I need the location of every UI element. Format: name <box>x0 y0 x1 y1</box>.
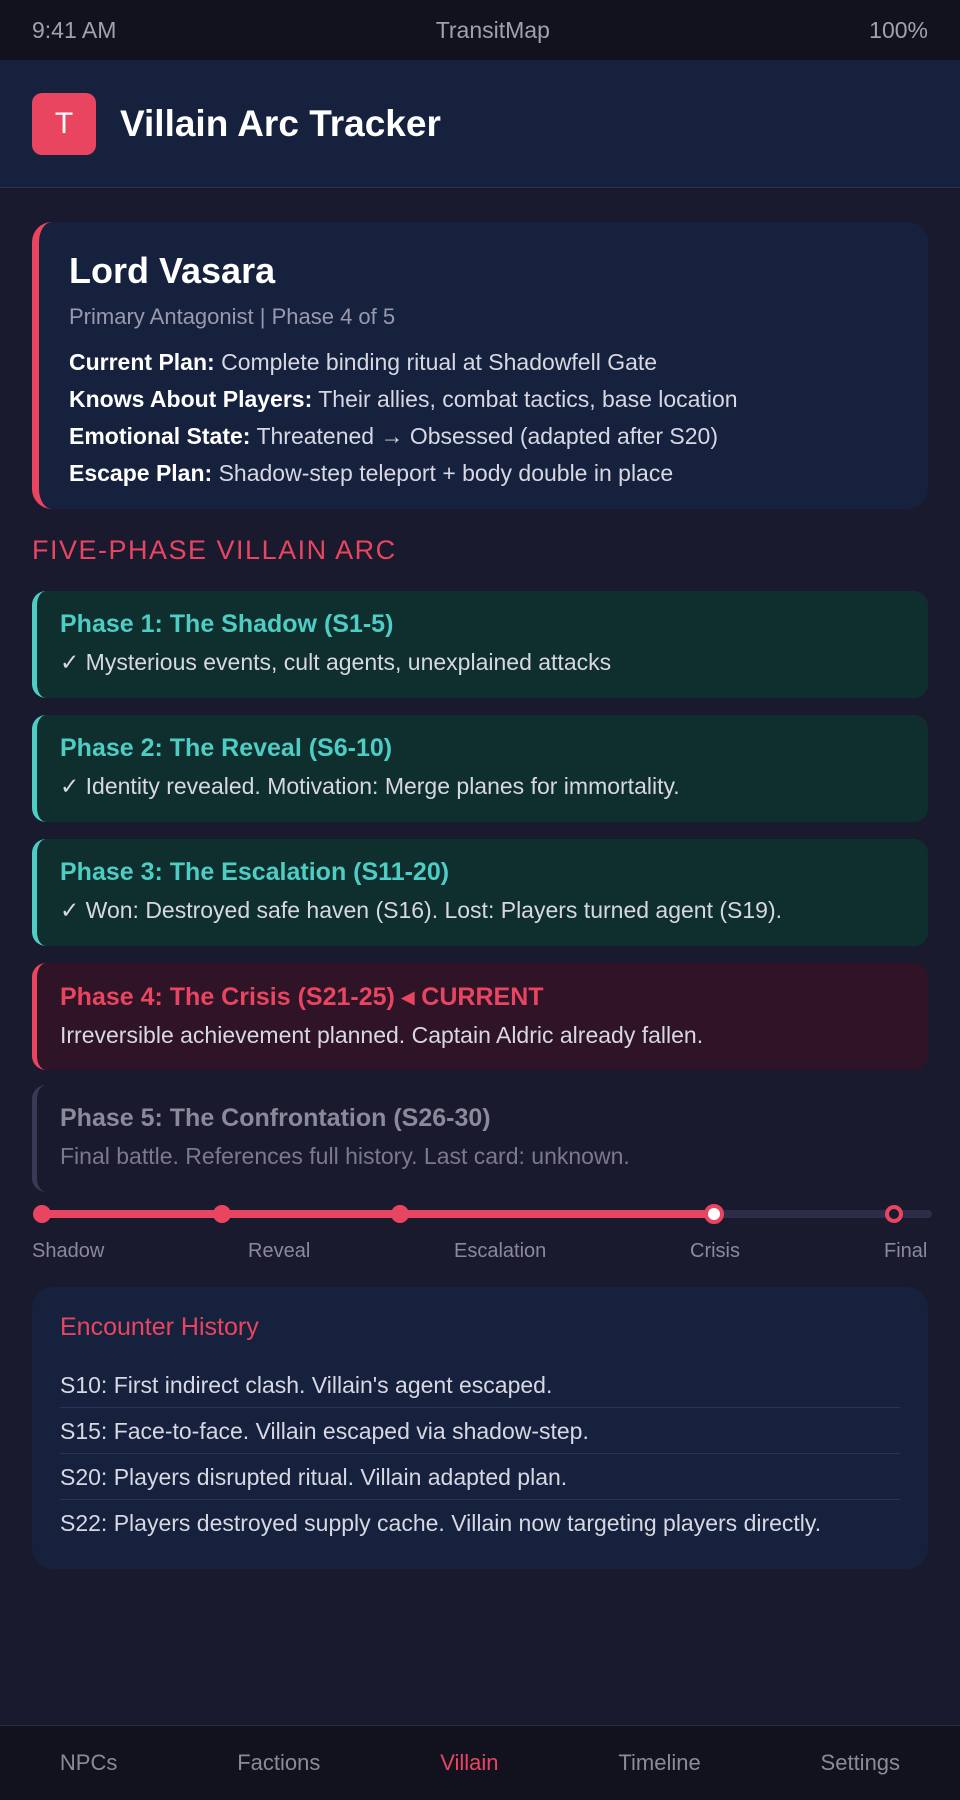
phase-card-2[interactable]: Phase 2: The Reveal (S6-10) ✓ Identity r… <box>32 715 928 822</box>
phase-title: Phase 4: The Crisis (S21-25) ◂ CURRENT <box>60 983 544 1011</box>
villain-field-current-plan: Current Plan: Complete binding ritual at… <box>69 344 928 381</box>
phase-card-3[interactable]: Phase 3: The Escalation (S11-20) ✓ Won: … <box>32 839 928 946</box>
villain-card[interactable]: Lord Vasara Primary Antagonist | Phase 4… <box>32 222 928 509</box>
phase-description: Irreversible achievement planned. Captai… <box>60 1022 704 1048</box>
nav-tab-villain[interactable]: Villain <box>440 1750 498 1776</box>
phase-dot-reveal[interactable] <box>213 1205 231 1223</box>
nav-tab-npcs[interactable]: NPCs <box>60 1750 117 1776</box>
phase-title: Phase 3: The Escalation (S11-20) <box>60 858 450 886</box>
phase-dot-shadow[interactable] <box>33 1205 51 1223</box>
status-battery: 100% <box>869 16 928 43</box>
phase-title: Phase 1: The Shadow (S1-5) <box>60 610 394 638</box>
field-value: Complete binding ritual at Shadowfell Ga… <box>221 349 658 375</box>
field-label: Current Plan: <box>69 349 215 375</box>
progress-label-reveal: Reveal <box>248 1240 311 1262</box>
villain-field-knows-about-players: Knows About Players: Their allies, comba… <box>69 381 928 418</box>
phase-dot-escalation[interactable] <box>391 1205 409 1223</box>
nav-tab-timeline[interactable]: Timeline <box>618 1750 700 1776</box>
villain-subtitle: Primary Antagonist | Phase 4 of 5 <box>69 304 396 329</box>
progress-label-crisis: Crisis <box>690 1240 740 1262</box>
phase-card-4[interactable]: Phase 4: The Crisis (S21-25) ◂ CURRENT I… <box>32 963 928 1070</box>
villain-name: Lord Vasara <box>69 250 276 291</box>
arc-section-title: FIVE-PHASE VILLAIN ARC <box>32 535 397 565</box>
nav-tab-factions[interactable]: Factions <box>237 1750 320 1776</box>
phase-description: ✓ Won: Destroyed safe haven (S16). Lost:… <box>60 897 782 923</box>
phase-description: ✓ Identity revealed. Motivation: Merge p… <box>60 773 680 799</box>
villain-field-emotional-state: Emotional State: Threatened → Obsessed (… <box>69 418 928 455</box>
phase-description: ✓ Mysterious events, cult agents, unexpl… <box>60 649 612 675</box>
status-time: 9:41 AM <box>32 16 117 43</box>
status-bar: 9:41 AM TransitMap 100% <box>0 0 960 60</box>
field-label: Escape Plan: <box>69 460 213 486</box>
field-value: Their allies, combat tactics, base locat… <box>318 386 738 412</box>
app-header: T Villain Arc Tracker <box>0 60 960 188</box>
nav-tab-settings[interactable]: Settings <box>821 1750 901 1776</box>
history-item[interactable]: S15: Face-to-face. Villain escaped via s… <box>60 1408 900 1454</box>
phase-description: Final battle. References full history. L… <box>60 1143 630 1169</box>
phase-card-1[interactable]: Phase 1: The Shadow (S1-5) ✓ Mysterious … <box>32 591 928 698</box>
field-label: Knows About Players: <box>69 386 313 412</box>
history-title: Encounter History <box>60 1313 259 1341</box>
page-title: Villain Arc Tracker <box>120 102 441 144</box>
phase-title: Phase 2: The Reveal (S6-10) <box>60 734 393 762</box>
villain-field-escape-plan: Escape Plan: Shadow-step teleport + body… <box>69 455 928 492</box>
field-value: Threatened → Obsessed (adapted after S20… <box>256 423 719 449</box>
history-item[interactable]: S22: Players destroyed supply cache. Vil… <box>60 1500 900 1546</box>
progress-label-shadow: Shadow <box>32 1240 105 1262</box>
phase-progress-labels: Shadow Reveal Escalation Crisis Final <box>0 1240 960 1270</box>
field-value: Shadow-step teleport + body double in pl… <box>218 460 674 486</box>
status-app-name: TransitMap <box>435 16 550 43</box>
progress-label-final: Final <box>884 1240 928 1262</box>
history-item[interactable]: S20: Players disrupted ritual. Villain a… <box>60 1454 900 1500</box>
bottom-nav: NPCs Factions Villain Timeline Settings <box>0 1725 960 1800</box>
phase-dot-final[interactable] <box>885 1205 903 1223</box>
app-logo: T <box>32 92 96 155</box>
phase-card-5[interactable]: Phase 5: The Confrontation (S26-30) Fina… <box>32 1085 928 1192</box>
encounter-history-card: Encounter History S10: First indirect cl… <box>32 1287 928 1569</box>
phase-progress-track <box>33 1204 932 1224</box>
field-label: Emotional State: <box>69 423 251 449</box>
phase-dot-crisis[interactable] <box>704 1204 724 1224</box>
history-item[interactable]: S10: First indirect clash. Villain's age… <box>60 1362 900 1408</box>
phase-title: Phase 5: The Confrontation (S26-30) <box>60 1104 491 1132</box>
progress-label-escalation: Escalation <box>454 1240 547 1262</box>
